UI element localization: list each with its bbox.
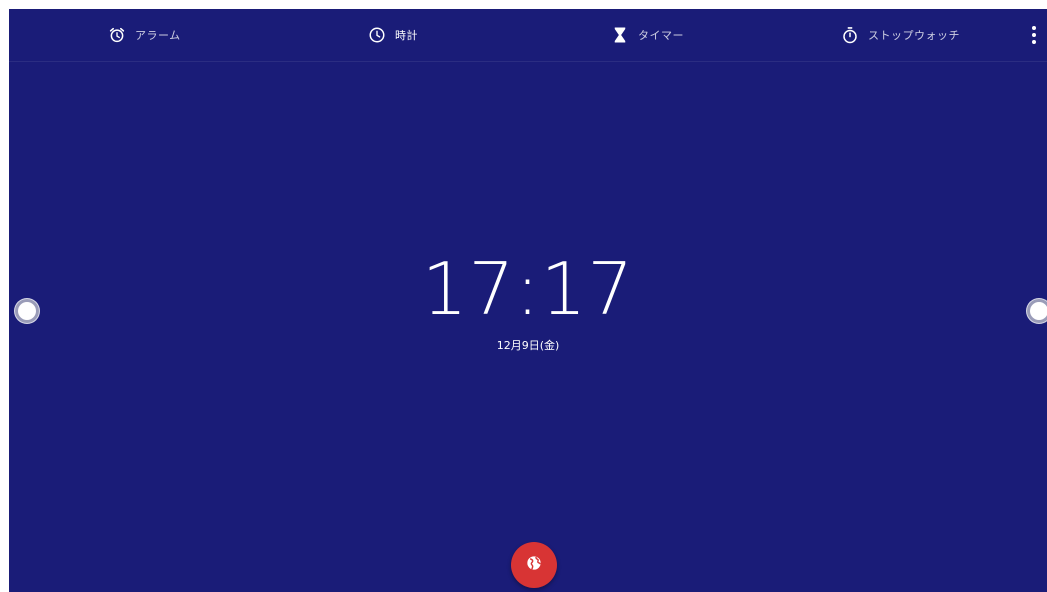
tab-stopwatch-label: ストップウォッチ <box>868 29 960 42</box>
menu-dot <box>1032 33 1036 37</box>
current-date: 12月9日(金) <box>496 339 560 352</box>
alarm-clock-icon <box>108 26 126 44</box>
right-edge-handle[interactable] <box>1027 299 1047 323</box>
current-time: 17:17 <box>421 247 635 331</box>
tab-clock[interactable]: 時計 <box>368 9 418 61</box>
hourglass-icon <box>611 26 629 44</box>
tab-timer-label: タイマー <box>638 29 684 42</box>
globe-icon <box>526 555 542 575</box>
menu-dot <box>1032 40 1036 44</box>
clock-icon <box>368 26 386 44</box>
tab-stopwatch[interactable]: ストップウォッチ <box>841 9 960 61</box>
tab-bar: アラーム 時計 タイマー ストップウォッチ <box>9 9 1047 62</box>
tab-timer[interactable]: タイマー <box>611 9 684 61</box>
tab-clock-label: 時計 <box>395 29 418 42</box>
overflow-menu-icon[interactable] <box>1027 23 1041 47</box>
clock-display: 17:17 12月9日(金) <box>9 247 1047 353</box>
menu-dot <box>1032 26 1036 30</box>
world-clock-button[interactable] <box>511 542 557 588</box>
tab-alarm-label: アラーム <box>135 29 181 42</box>
tab-alarm[interactable]: アラーム <box>108 9 181 61</box>
stopwatch-icon <box>841 26 859 44</box>
clock-app: アラーム 時計 タイマー ストップウォッチ 17:17 12月9日(金) <box>9 9 1047 592</box>
left-edge-handle[interactable] <box>15 299 39 323</box>
